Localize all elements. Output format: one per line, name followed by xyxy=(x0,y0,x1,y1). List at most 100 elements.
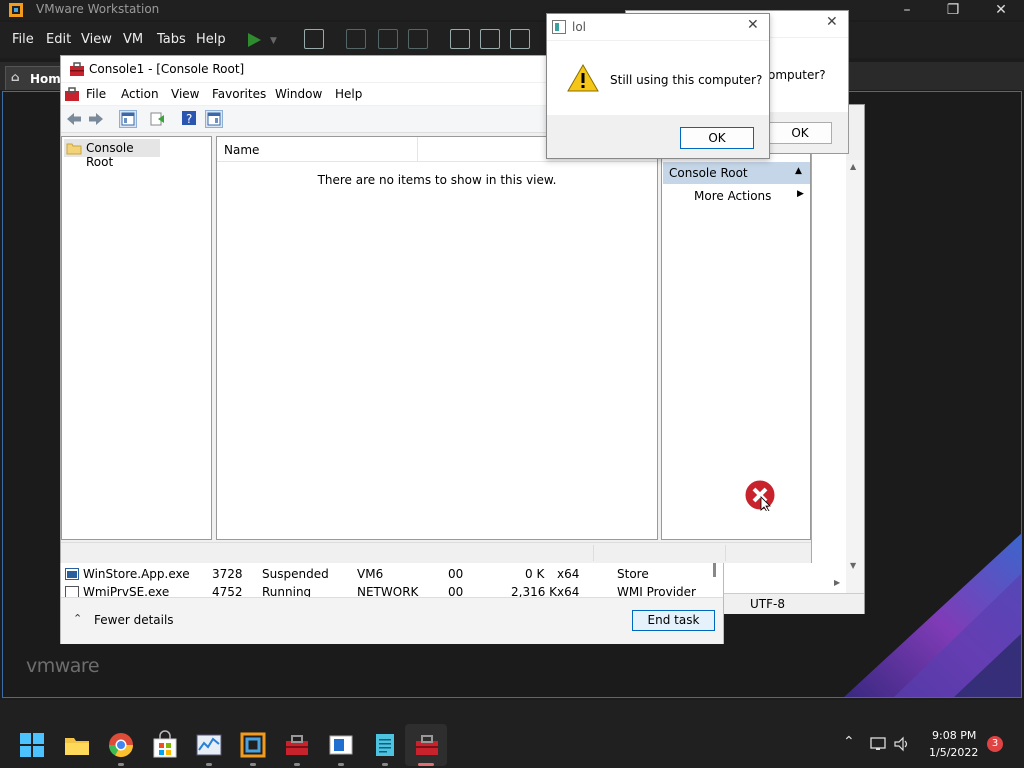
lol-dialog-message: Still using this computer? xyxy=(610,73,763,87)
mmc-window-title: Console1 - [Console Root] xyxy=(89,62,245,76)
clock-date[interactable]: 1/5/2022 xyxy=(929,746,978,759)
status-divider xyxy=(725,545,726,561)
close-icon[interactable]: ✕ xyxy=(747,17,759,33)
empty-list-message: There are no items to show in this view. xyxy=(317,173,557,187)
mmc-menu-window[interactable]: Window xyxy=(275,87,322,101)
vmware-logo: vmware xyxy=(26,655,100,677)
console-tree-pane[interactable]: Console Root xyxy=(61,136,212,540)
clock-time[interactable]: 9:08 PM xyxy=(932,729,976,742)
chrome-icon[interactable] xyxy=(106,730,136,760)
power-on-icon[interactable] xyxy=(246,32,262,51)
lol-dialog-ok-button[interactable]: OK xyxy=(680,127,754,149)
minimize-icon[interactable]: – xyxy=(884,0,930,20)
process-arch: x64 xyxy=(557,567,580,581)
close-icon[interactable]: ✕ xyxy=(826,14,838,30)
action-more-actions[interactable]: More Actions ▶ xyxy=(663,186,810,206)
vm-menu-help[interactable]: Help xyxy=(196,32,226,47)
vm-menu-vm[interactable]: VM xyxy=(123,32,143,47)
actions-header-label: Console Root xyxy=(669,166,748,180)
toolbox-icon[interactable] xyxy=(64,86,80,105)
background-dialog-ok-button[interactable]: OK xyxy=(768,122,832,144)
power-dropdown-icon[interactable]: ▼ xyxy=(270,36,277,46)
lol-dialog[interactable]: lol ✕ Still using this computer? OK xyxy=(546,13,770,159)
notepad-icon[interactable] xyxy=(370,730,400,760)
chevron-up-icon[interactable]: ⌃ xyxy=(73,612,82,625)
thumbnail-bar-icon[interactable] xyxy=(480,29,500,49)
tree-item-console-root[interactable]: Console Root xyxy=(64,139,160,169)
folder-icon xyxy=(66,141,82,158)
end-task-button[interactable]: End task xyxy=(632,610,715,631)
blue-window-app-icon[interactable] xyxy=(326,730,356,760)
table-row[interactable]: WinStore.App.exe 3728 Suspended VM6 00 0… xyxy=(61,565,711,585)
forward-arrow-icon[interactable] xyxy=(87,110,105,128)
scroll-right-icon[interactable]: ▶ xyxy=(834,578,840,587)
volume-icon[interactable] xyxy=(894,736,912,755)
maximize-icon[interactable]: ❐ xyxy=(930,0,976,20)
vm-menu-view[interactable]: View xyxy=(81,32,112,47)
scroll-down-icon[interactable]: ▼ xyxy=(850,561,856,570)
actions-header-console-root[interactable]: Console Root ▲ xyxy=(663,162,810,184)
network-icon[interactable] xyxy=(870,736,888,755)
notepad-encoding: UTF-8 xyxy=(750,597,785,611)
process-list-scrollbar[interactable] xyxy=(713,563,716,577)
mmc-menu-file[interactable]: File xyxy=(86,87,106,101)
send-keys-icon[interactable] xyxy=(304,29,324,49)
collapse-up-icon[interactable]: ▲ xyxy=(795,166,802,176)
process-cpu: 00 xyxy=(448,585,464,597)
performance-monitor-icon[interactable] xyxy=(194,730,224,760)
show-hide-action-pane-icon[interactable] xyxy=(205,110,223,128)
process-description: Store xyxy=(617,567,649,581)
mmc-menu-favorites[interactable]: Favorites xyxy=(212,87,266,101)
mmc-menu-view[interactable]: View xyxy=(171,87,199,101)
toolbox-taskbar-icon-active[interactable] xyxy=(412,730,442,760)
running-indicator xyxy=(382,763,388,766)
chevron-up-icon[interactable]: ⌃ xyxy=(843,734,855,750)
home-icon: ⌂ xyxy=(11,70,20,84)
table-row[interactable]: WmiPrvSE.exe 4752 Running NETWORK 00 2,3… xyxy=(61,583,711,597)
notepad-scrollbar[interactable]: ▲ ▼ xyxy=(846,160,864,593)
vm-menu-tabs[interactable]: Tabs xyxy=(157,32,186,47)
mmc-menu-help[interactable]: Help xyxy=(335,87,362,101)
vmware-taskbar-icon[interactable] xyxy=(238,730,268,760)
result-list-pane[interactable]: Name There are no items to show in this … xyxy=(216,136,658,540)
mmc-menu-action[interactable]: Action xyxy=(121,87,159,101)
tab-home[interactable]: ⌂ Home xyxy=(5,66,69,90)
running-indicator xyxy=(118,763,124,766)
back-arrow-icon[interactable] xyxy=(65,110,83,128)
vmware-window-title: VMware Workstation xyxy=(36,2,160,16)
process-pid: 4752 xyxy=(212,585,243,597)
library-icon[interactable] xyxy=(450,29,470,49)
export-list-icon[interactable] xyxy=(149,110,167,128)
process-description: WMI Provider xyxy=(617,585,696,597)
snapshot-icon[interactable] xyxy=(346,29,366,49)
notification-badge[interactable]: 3 xyxy=(987,736,1003,752)
fewer-details-link[interactable]: Fewer details xyxy=(94,613,174,627)
column-header-name[interactable]: Name xyxy=(224,143,259,157)
full-screen-icon[interactable] xyxy=(510,29,530,49)
svg-text:?: ? xyxy=(186,112,192,126)
close-icon[interactable]: ✕ xyxy=(978,0,1024,20)
background-dialog-message: omputer? xyxy=(768,68,826,82)
help-icon[interactable]: ? xyxy=(181,110,199,128)
vmware-menubar: File Edit View VM Tabs Help ▼ xyxy=(0,22,1024,58)
vm-menu-file[interactable]: File xyxy=(12,32,34,47)
actions-pane[interactable]: Console Root ▲ More Actions ▶ xyxy=(661,136,811,540)
running-indicator xyxy=(338,763,344,766)
microsoft-store-icon[interactable] xyxy=(150,730,180,760)
show-hide-tree-icon[interactable] xyxy=(119,110,137,128)
revert-snapshot-icon[interactable] xyxy=(378,29,398,49)
snapshot-manager-icon[interactable] xyxy=(408,29,428,49)
notepad-status-bar: UTF-8 xyxy=(724,593,864,614)
scroll-up-icon[interactable]: ▲ xyxy=(850,162,856,171)
lol-dialog-body: Still using this computer? xyxy=(547,41,769,115)
active-indicator xyxy=(418,763,434,766)
start-button-icon[interactable] xyxy=(17,730,47,760)
window-app-icon xyxy=(552,20,566,37)
process-user: NETWORK xyxy=(357,585,419,597)
file-explorer-icon[interactable] xyxy=(62,730,92,760)
process-status: Suspended xyxy=(262,567,329,581)
column-divider[interactable] xyxy=(417,137,418,161)
toolbox-taskbar-icon[interactable] xyxy=(282,730,312,760)
vm-menu-edit[interactable]: Edit xyxy=(46,32,71,47)
submenu-arrow-icon: ▶ xyxy=(797,189,804,199)
